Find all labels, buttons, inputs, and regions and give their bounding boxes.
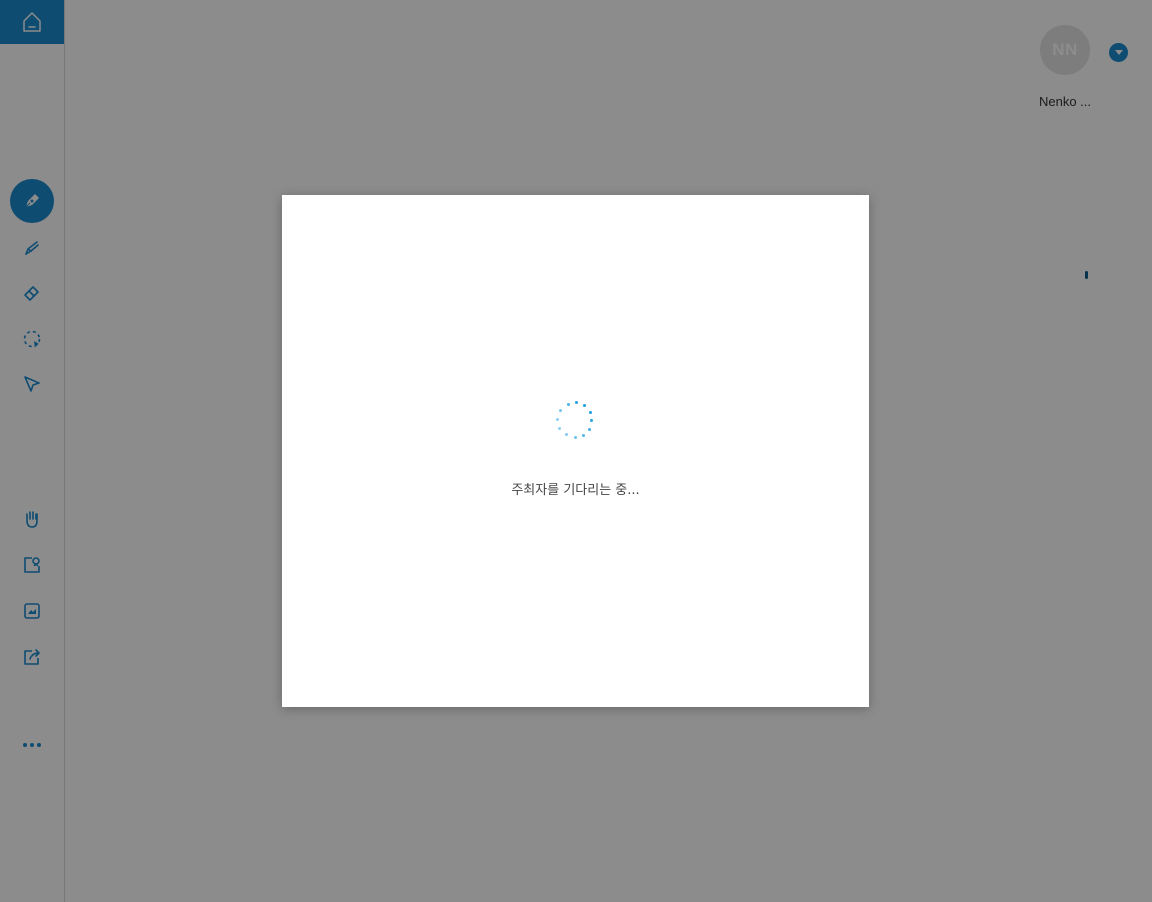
loading-spinner-icon: [555, 401, 595, 441]
waiting-dialog: 주최자를 기다리는 중...: [282, 195, 869, 707]
waiting-status-text: 주최자를 기다리는 중...: [511, 483, 640, 498]
